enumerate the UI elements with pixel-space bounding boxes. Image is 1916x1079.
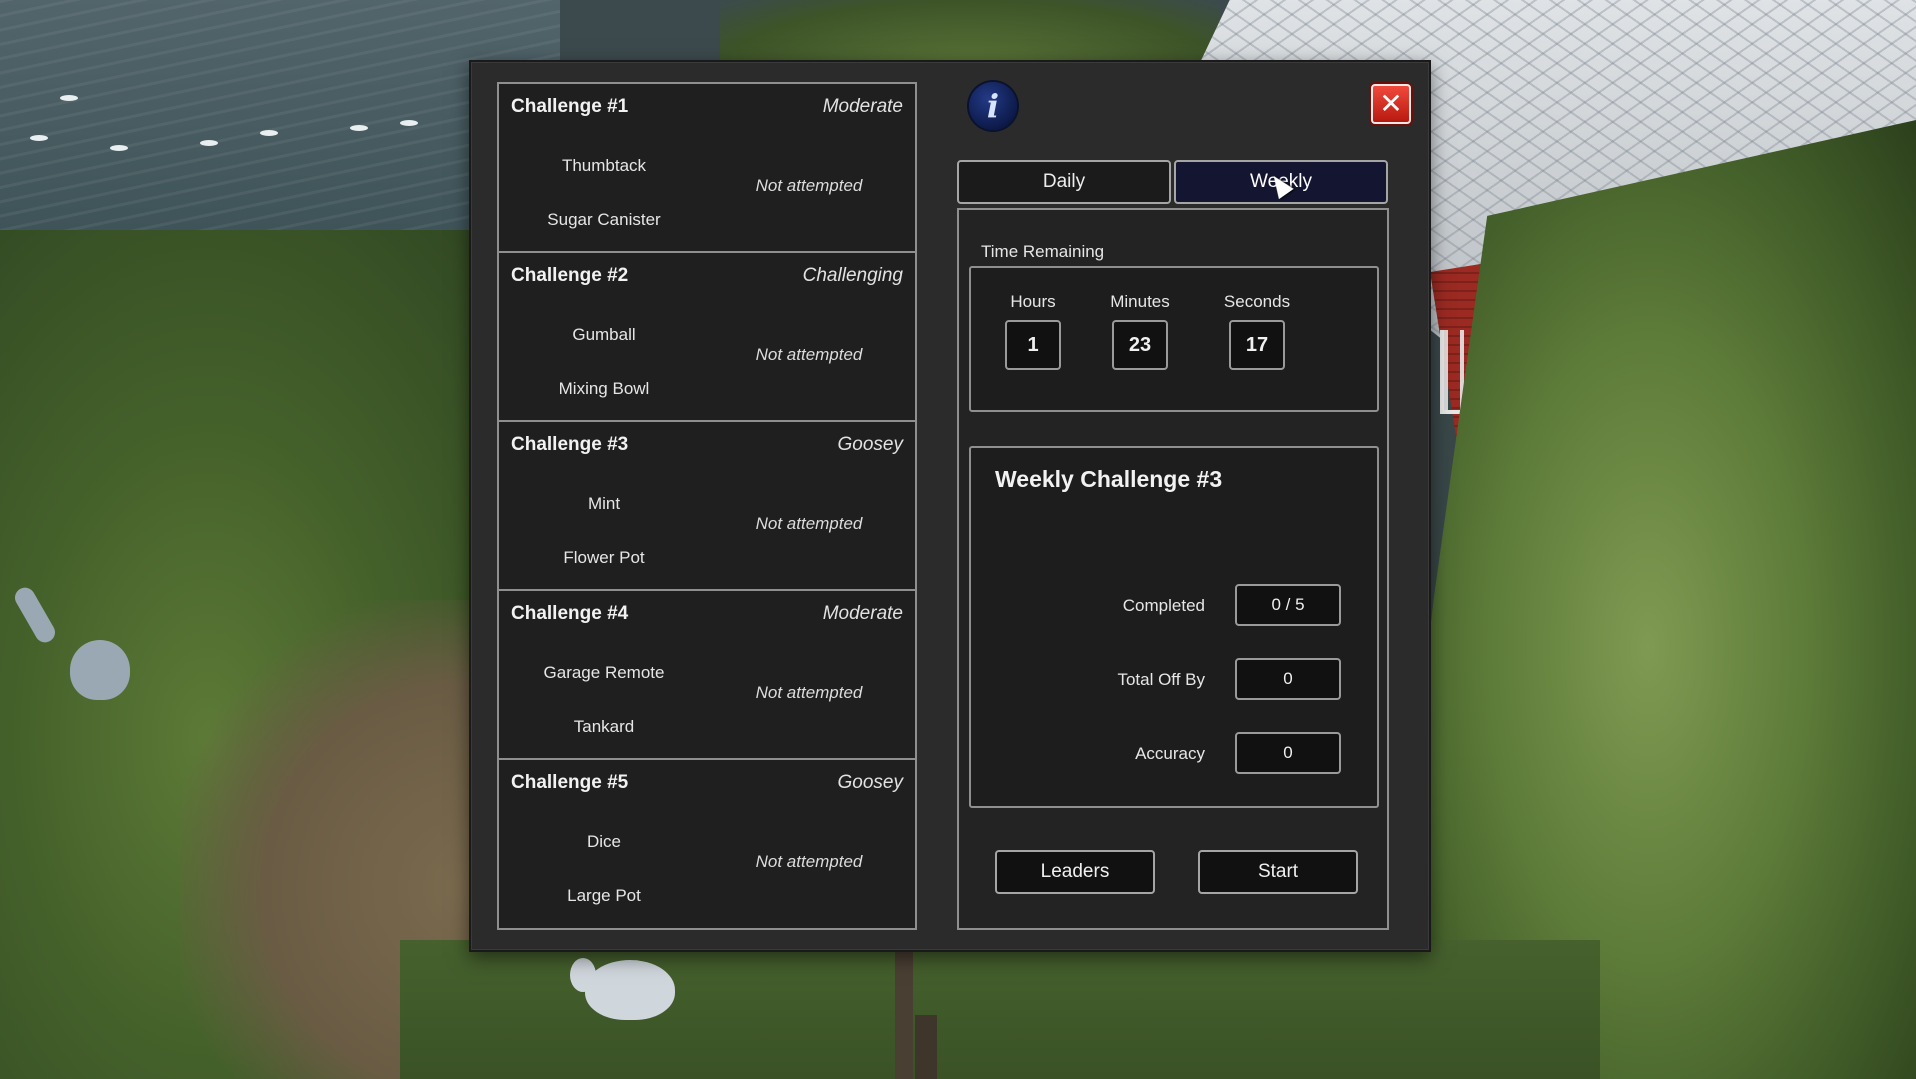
time-remaining-label: Time Remaining: [981, 242, 1105, 261]
challenge-object-1: Thumbtack: [561, 156, 647, 175]
challenge-title: Challenge #5: [511, 772, 629, 793]
total-off-by-value: 0: [1235, 658, 1341, 700]
minutes-column: Minutes 23: [1090, 292, 1190, 370]
bird: [30, 135, 48, 141]
completed-label: Completed: [1122, 596, 1205, 615]
hours-column: Hours 1: [983, 292, 1083, 370]
bird: [400, 120, 418, 126]
weekly-panel: Time Remaining Hours 1 Minutes 23 Second…: [957, 208, 1389, 930]
challenge-title: Challenge #2: [511, 265, 629, 286]
accuracy-label: Accuracy: [1135, 744, 1205, 763]
challenge-object-1: Gumball: [572, 325, 636, 344]
bird: [60, 95, 78, 101]
challenge-object-2: Sugar Canister: [547, 210, 661, 229]
challenge-difficulty: Moderate: [822, 603, 903, 624]
challenge-difficulty: Challenging: [802, 265, 903, 286]
challenge-object-1: Mint: [587, 494, 621, 513]
seconds-value: 17: [1229, 320, 1285, 370]
bird: [260, 130, 278, 136]
seconds-column: Seconds 17: [1202, 292, 1312, 370]
bird: [200, 140, 218, 146]
challenge-object-1: Dice: [586, 832, 621, 851]
challenge-object-2: Large Pot: [567, 886, 641, 905]
close-icon[interactable]: ✕: [1371, 84, 1411, 124]
challenge-object-2: Tankard: [573, 717, 635, 736]
challenge-object-1: Garage Remote: [543, 663, 665, 682]
challenge-item[interactable]: Challenge #2 Challenging Gumball Mixing …: [499, 253, 915, 422]
minutes-value: 23: [1112, 320, 1168, 370]
challenge-title: Challenge #4: [511, 603, 629, 624]
seconds-label: Seconds: [1223, 292, 1291, 311]
challenge-difficulty: Goosey: [837, 434, 903, 455]
bird: [350, 125, 368, 131]
time-remaining-box: Hours 1 Minutes 23 Seconds 17: [969, 266, 1379, 412]
accuracy-value: 0: [1235, 732, 1341, 774]
info-icon[interactable]: i: [969, 82, 1017, 130]
leaders-button[interactable]: Leaders: [995, 850, 1155, 894]
weekly-challenge-box: Weekly Challenge #3 Completed 0 / 5 Tota…: [969, 446, 1379, 808]
challenge-object-2: Mixing Bowl: [558, 379, 650, 398]
goose: [70, 640, 130, 700]
challenge-status: Not attempted: [755, 683, 863, 702]
start-button[interactable]: Start: [1198, 850, 1358, 894]
hours-label: Hours: [1010, 292, 1056, 311]
tab-daily[interactable]: Daily: [957, 160, 1171, 204]
completed-value: 0 / 5: [1235, 584, 1341, 626]
challenge-status: Not attempted: [755, 514, 863, 533]
challenge-title: Challenge #1: [511, 96, 629, 117]
challenge-list: Challenge #1 Moderate Thumbtack Sugar Ca…: [497, 82, 917, 930]
challenge-item[interactable]: Challenge #3 Goosey Mint Flower Pot Not …: [499, 422, 915, 591]
challenge-difficulty: Moderate: [822, 96, 903, 117]
challenge-item[interactable]: Challenge #5 Goosey Dice Large Pot Not a…: [499, 760, 915, 929]
total-off-by-label: Total Off By: [1117, 670, 1205, 689]
bird: [110, 145, 128, 151]
weekly-challenge-title: Weekly Challenge #3: [995, 466, 1223, 492]
challenge-title: Challenge #3: [511, 434, 629, 455]
challenge-status: Not attempted: [755, 176, 863, 195]
minutes-label: Minutes: [1110, 292, 1170, 311]
challenge-object-2: Flower Pot: [563, 548, 645, 567]
challenge-item[interactable]: Challenge #1 Moderate Thumbtack Sugar Ca…: [499, 84, 915, 253]
challenge-modal: Challenge #1 Moderate Thumbtack Sugar Ca…: [469, 60, 1431, 952]
goose: [585, 960, 675, 1020]
hours-value: 1: [1005, 320, 1061, 370]
challenge-difficulty: Goosey: [837, 772, 903, 793]
wooden-post: [915, 1015, 937, 1079]
challenge-status: Not attempted: [755, 852, 863, 871]
challenge-item[interactable]: Challenge #4 Moderate Garage Remote Tank…: [499, 591, 915, 760]
wooden-post: [895, 950, 913, 1079]
goose-head: [570, 958, 596, 992]
challenge-status: Not attempted: [755, 345, 863, 364]
